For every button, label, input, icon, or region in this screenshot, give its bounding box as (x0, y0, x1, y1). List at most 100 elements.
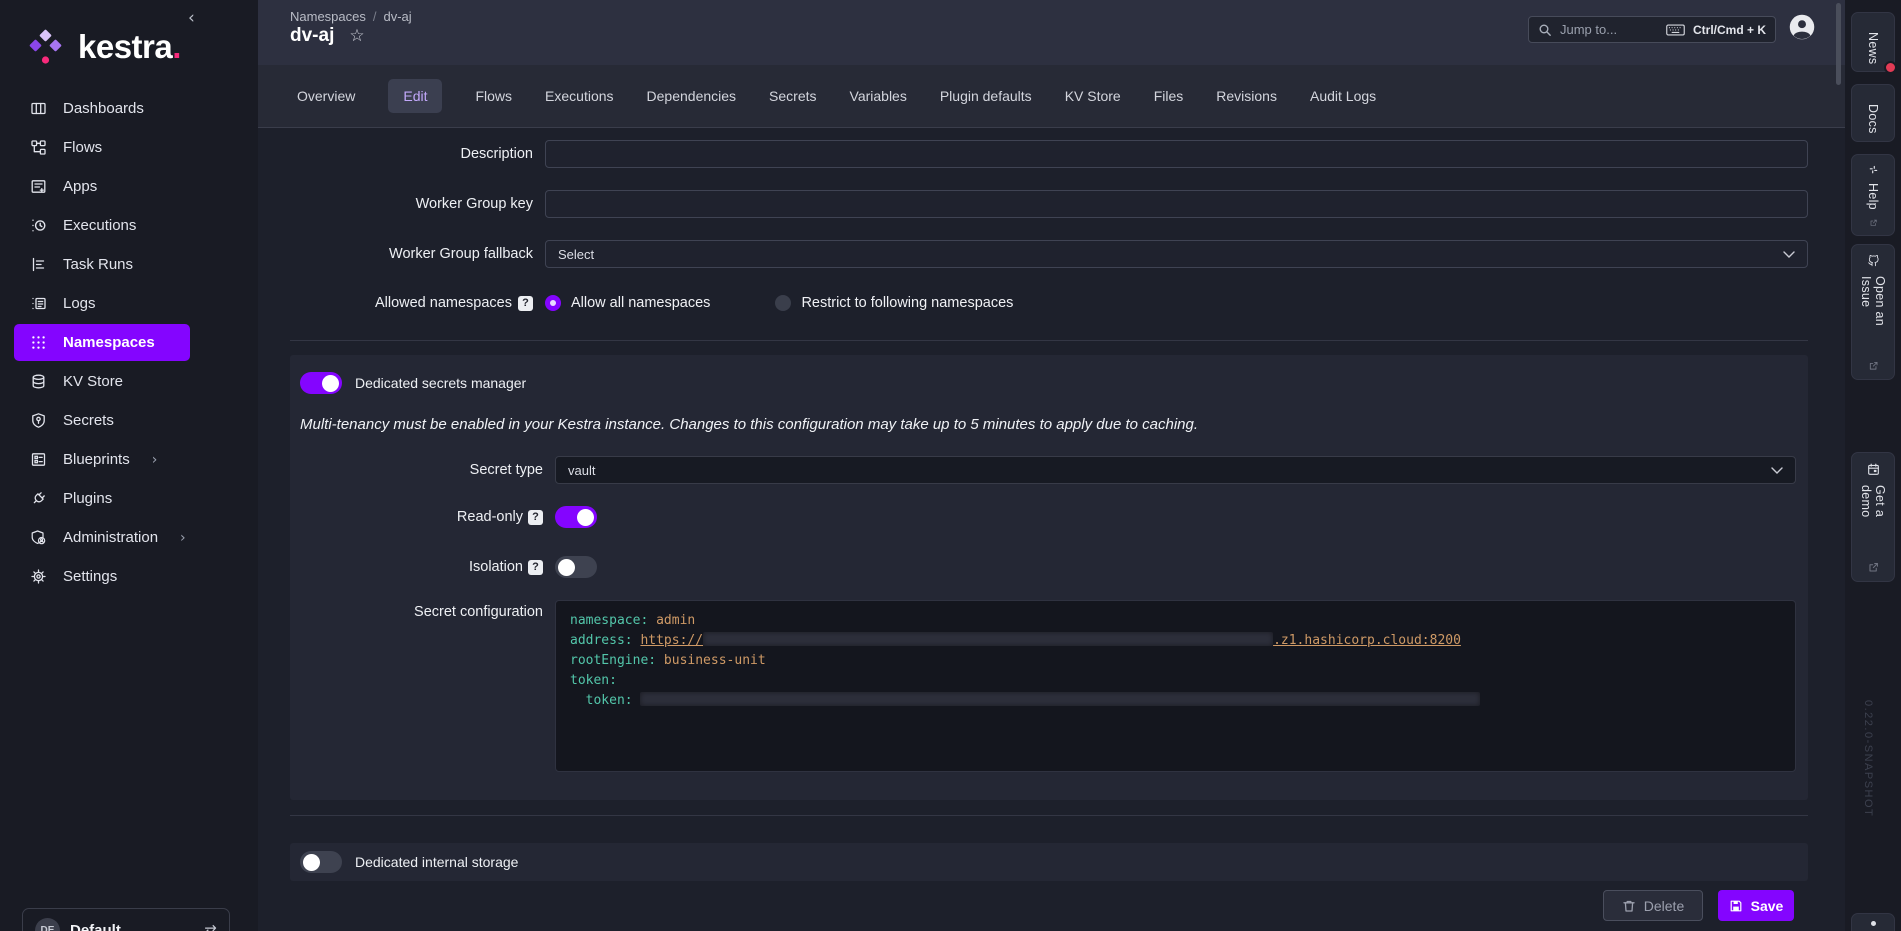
worker-group-fallback-row: Worker Group fallback Select (258, 240, 1808, 268)
sidebar-item-apps[interactable]: Apps (14, 168, 190, 205)
jump-to-search[interactable]: Jump to... Ctrl/Cmd + K (1528, 16, 1776, 43)
radio-restrict-namespaces[interactable] (775, 295, 791, 311)
brand-wordmark: kestra. (78, 28, 181, 66)
rail-item-label: Help (1866, 183, 1880, 210)
namespaces-icon (30, 334, 47, 351)
kestra-logo-icon (26, 24, 68, 70)
sidebar-item-administration[interactable]: Administration › (14, 519, 190, 556)
tab-kv-store[interactable]: KV Store (1065, 88, 1121, 104)
tab-executions[interactable]: Executions (545, 88, 613, 104)
rail-item-partial[interactable] (1851, 913, 1895, 931)
chevron-right-icon: › (180, 530, 186, 546)
scrollbar-thumb[interactable] (1836, 3, 1841, 85)
rail-item-get-a-demo[interactable]: Get a demo (1851, 452, 1895, 582)
sidebar-item-task-runs[interactable]: Task Runs (14, 246, 190, 283)
collapse-sidebar-icon[interactable]: ‹ (188, 8, 195, 28)
header-band: Namespaces / dv-aj dv-aj ☆ Jump to... Ct… (258, 0, 1845, 65)
secret-configuration-editor[interactable]: namespace: admin address: https://.z1.ha… (555, 600, 1796, 772)
radio-allow-all-namespaces[interactable] (545, 295, 561, 311)
favorite-star-icon[interactable]: ☆ (349, 26, 364, 46)
sidebar-item-flows[interactable]: Flows (14, 129, 190, 166)
kestra-logo[interactable]: kestra. (26, 24, 181, 70)
radio-restrict-label[interactable]: Restrict to following namespaces (801, 295, 1013, 311)
read-only-toggle[interactable] (555, 506, 597, 528)
secrets-icon (30, 412, 47, 429)
rail-item-open-an-issue[interactable]: Open an Issue (1851, 244, 1895, 380)
help-badge[interactable]: ? (518, 296, 533, 311)
allowed-namespaces-label: Allowed namespaces (375, 295, 512, 311)
isolation-toggle[interactable] (555, 556, 597, 578)
tab-files[interactable]: Files (1154, 88, 1184, 104)
tenant-avatar: DE (35, 918, 60, 931)
internal-storage-toggle[interactable] (300, 851, 342, 873)
rail-item-news[interactable]: News (1851, 12, 1895, 72)
tab-audit-logs[interactable]: Audit Logs (1310, 88, 1376, 104)
github-icon (1867, 255, 1880, 267)
rail-item-label: News (1866, 32, 1880, 64)
user-avatar-icon[interactable] (1788, 13, 1816, 41)
worker-group-key-input[interactable] (545, 190, 1808, 218)
select-value: Select (558, 247, 594, 262)
notification-dot (1884, 61, 1897, 74)
dashboards-icon (30, 100, 47, 117)
tenant-switcher[interactable]: DE Default ⇄ (22, 908, 230, 931)
sidebar-item-dashboards[interactable]: Dashboards (14, 90, 190, 127)
sidebar-item-label: Executions (63, 217, 136, 234)
help-badge[interactable]: ? (528, 510, 543, 525)
help-badge[interactable]: ? (528, 560, 543, 575)
tab-edit[interactable]: Edit (388, 79, 442, 113)
allowed-namespaces-row: Allowed namespaces ? Allow all namespace… (258, 293, 1808, 313)
divider (290, 340, 1808, 341)
breadcrumb-current: dv-aj (384, 9, 412, 24)
save-button-label: Save (1751, 898, 1784, 914)
yaml-key: address: (570, 633, 633, 648)
version-label: 0.22.0-SNAPSHOT (1862, 700, 1874, 817)
sidebar-item-plugins[interactable]: Plugins (14, 480, 190, 517)
secrets-manager-toggle[interactable] (300, 372, 342, 394)
logs-icon (30, 295, 47, 312)
sidebar-item-kv-store[interactable]: KV Store (14, 363, 190, 400)
tab-secrets[interactable]: Secrets (769, 88, 816, 104)
tenant-name: Default (70, 922, 194, 931)
tab-dependencies[interactable]: Dependencies (647, 88, 737, 104)
sidebar: ‹ kestra. Dashboards Flows Apps (0, 0, 258, 931)
radio-allow-all-label[interactable]: Allow all namespaces (571, 295, 710, 311)
tab-overview[interactable]: Overview (297, 88, 355, 104)
select-value: vault (568, 463, 595, 478)
tab-variables[interactable]: Variables (850, 88, 907, 104)
tab-flows[interactable]: Flows (475, 88, 512, 104)
secret-type-select[interactable]: vault (555, 456, 1796, 484)
sidebar-item-blueprints[interactable]: Blueprints › (14, 441, 190, 478)
rail-item-docs[interactable]: Docs (1851, 84, 1895, 142)
rail-item-label: Open an Issue (1859, 276, 1887, 352)
topbar: Namespaces / dv-aj dv-aj ☆ Jump to... Ct… (258, 0, 1845, 128)
yaml-url: https:// (640, 633, 703, 648)
breadcrumb[interactable]: Namespaces / dv-aj (290, 9, 412, 24)
secret-type-label: Secret type (300, 462, 543, 478)
delete-button[interactable]: Delete (1603, 890, 1703, 921)
page-title-row: dv-aj ☆ (290, 25, 365, 47)
save-button[interactable]: Save (1718, 890, 1794, 921)
sidebar-item-label: Blueprints (63, 451, 130, 468)
namespace-tabs: Overview Edit Flows Executions Dependenc… (258, 65, 1845, 128)
sidebar-item-secrets[interactable]: Secrets (14, 402, 190, 439)
worker-group-fallback-select[interactable]: Select (545, 240, 1808, 268)
description-input[interactable] (545, 140, 1808, 168)
sidebar-item-logs[interactable]: Logs (14, 285, 190, 322)
app-window: ‹ kestra. Dashboards Flows Apps (0, 0, 1901, 931)
description-label: Description (258, 146, 533, 162)
task-runs-icon (30, 256, 47, 273)
chevron-down-icon (1771, 467, 1783, 474)
sidebar-item-settings[interactable]: Settings (14, 558, 190, 595)
sidebar-item-label: Dashboards (63, 100, 144, 117)
breadcrumb-root[interactable]: Namespaces (290, 9, 366, 24)
edit-form: Description Worker Group key Worker Grou… (258, 128, 1845, 931)
internal-storage-toggle-label: Dedicated internal storage (355, 854, 518, 870)
sidebar-item-namespaces[interactable]: Namespaces (14, 324, 190, 361)
tab-plugin-defaults[interactable]: Plugin defaults (940, 88, 1032, 104)
search-shortcut: Ctrl/Cmd + K (1693, 23, 1766, 37)
read-only-row: Read-only ? (300, 506, 1796, 528)
tab-revisions[interactable]: Revisions (1216, 88, 1277, 104)
rail-item-help[interactable]: Help (1851, 154, 1895, 236)
sidebar-item-executions[interactable]: Executions (14, 207, 190, 244)
